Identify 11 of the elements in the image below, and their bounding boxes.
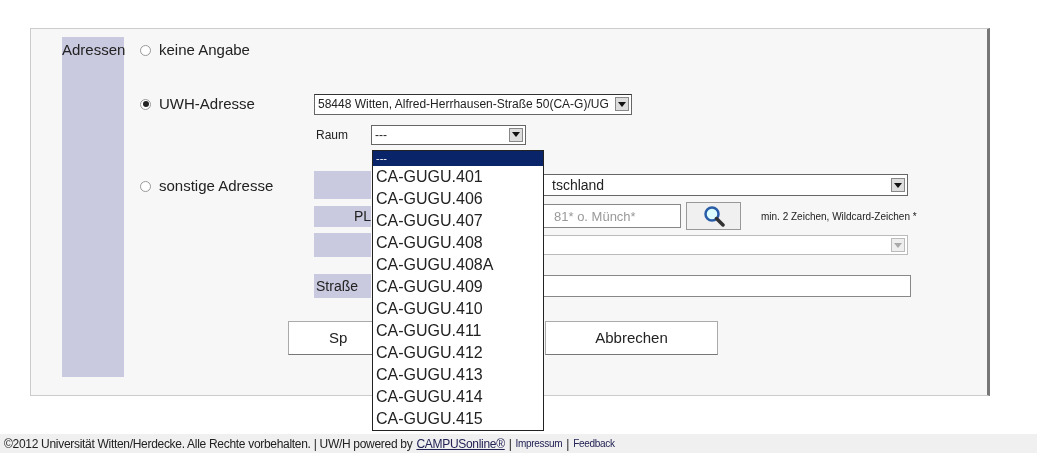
hint-text: min. 2 Zeichen, Wildcard-Zeichen *	[761, 209, 917, 224]
postcode-label: PL	[314, 205, 371, 227]
separator-text: |	[508, 435, 512, 453]
option-label: keine Angabe	[159, 39, 250, 60]
field-label: Adressen	[62, 37, 124, 377]
room-label: Raum	[316, 126, 349, 144]
option-label: UWH-Adresse	[159, 93, 255, 114]
copyright-text: ©2012 Universität Witten/Herdecke. Alle Rechte vorbehalten. | UW/H powered by	[4, 435, 413, 453]
option-label: sonstige Adresse	[159, 176, 274, 196]
separator-text: |	[566, 435, 570, 453]
street-label: Straße	[314, 274, 371, 298]
